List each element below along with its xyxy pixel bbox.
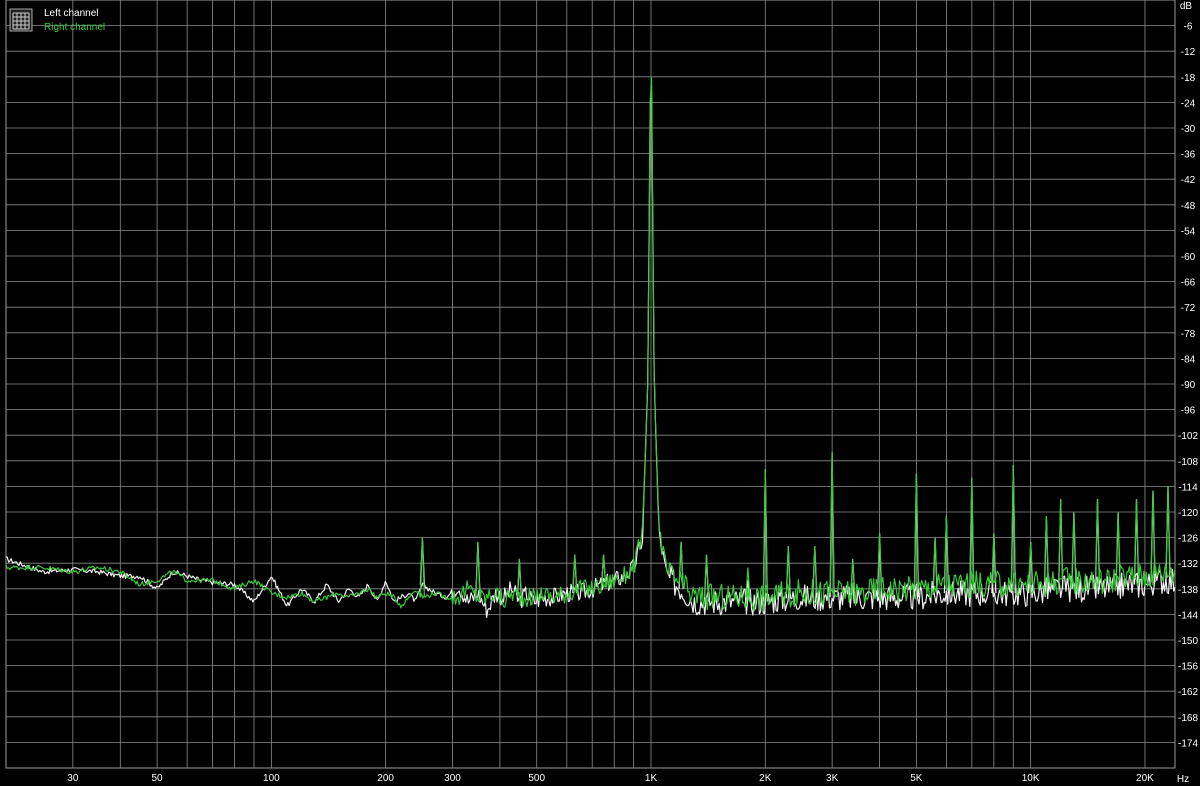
y-unit-label: dB (1180, 1, 1193, 12)
y-tick-label: -6 (1184, 22, 1193, 33)
y-tick-label: -162 (1178, 687, 1198, 698)
x-tick-label: 10K (1022, 773, 1040, 784)
y-tick-label: -96 (1181, 406, 1196, 417)
x-tick-label: 50 (152, 773, 164, 784)
y-tick-label: -168 (1178, 713, 1198, 724)
y-tick-label: -54 (1181, 226, 1196, 237)
y-tick-label: -48 (1181, 201, 1196, 212)
y-tick-label: -114 (1178, 482, 1198, 493)
y-tick-label: -150 (1178, 636, 1198, 647)
x-tick-label: 20K (1136, 773, 1154, 784)
plot-background (0, 0, 1200, 786)
y-tick-label: -174 (1178, 738, 1198, 749)
y-tick-label: -144 (1178, 610, 1198, 621)
legend-right-channel: Right channel (44, 22, 105, 33)
x-unit-label: Hz (1177, 774, 1189, 785)
legend-left-channel: Left channel (44, 8, 99, 19)
y-tick-label: -126 (1178, 534, 1198, 545)
y-tick-label: -60 (1181, 252, 1196, 263)
x-tick-label: 2K (759, 773, 772, 784)
x-tick-label: 30 (67, 773, 79, 784)
spectrum-chart: -6 -12 -18 -24 -30 -36 -42 -48 -54 -60 -66 -72 -78 -8… (0, 0, 1200, 786)
y-tick-label: -132 (1178, 559, 1198, 570)
y-tick-label: -90 (1181, 380, 1196, 391)
y-tick-label: -24 (1181, 98, 1196, 109)
y-tick-label: -102 (1178, 431, 1198, 442)
y-tick-label: -156 (1178, 662, 1198, 673)
y-tick-label: -138 (1178, 585, 1198, 596)
y-tick-label: -78 (1181, 329, 1196, 340)
x-tick-label: 300 (444, 773, 461, 784)
y-tick-label: -42 (1181, 175, 1196, 186)
y-tick-label: -72 (1181, 303, 1196, 314)
x-tick-label: 3K (826, 773, 839, 784)
y-tick-label: -84 (1181, 354, 1196, 365)
x-tick-label: 100 (263, 773, 280, 784)
y-tick-label: -12 (1181, 47, 1196, 58)
y-tick-label: -120 (1178, 508, 1198, 519)
x-tick-label: 500 (528, 773, 545, 784)
x-tick-label: 1K (645, 773, 658, 784)
y-tick-label: -30 (1181, 124, 1196, 135)
y-tick-label: -18 (1181, 73, 1196, 84)
y-tick-label: -66 (1181, 278, 1196, 289)
x-tick-label: 5K (910, 773, 923, 784)
y-tick-label: -108 (1178, 457, 1198, 468)
y-tick-label: -36 (1181, 150, 1196, 161)
x-tick-label: 200 (377, 773, 394, 784)
